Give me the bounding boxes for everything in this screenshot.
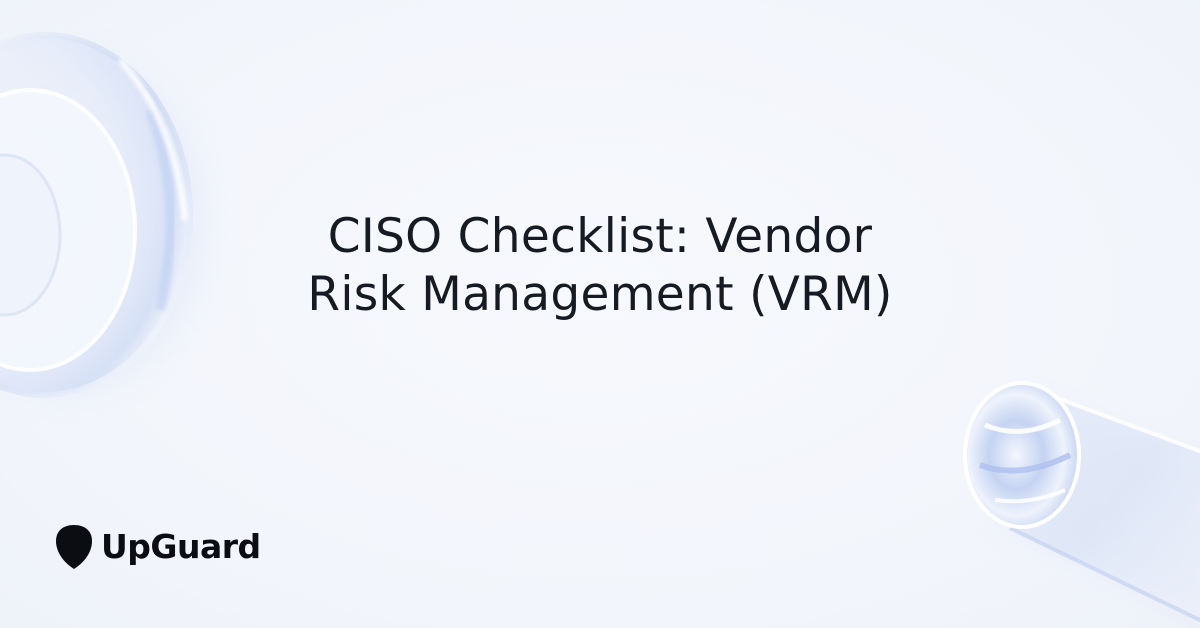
brand-name: UpGuard (101, 527, 261, 566)
glass-tube-right (963, 381, 1200, 623)
page-title: CISO Checklist: Vendor Risk Management (… (150, 208, 1050, 324)
brand-logo: UpGuard (54, 522, 261, 572)
upguard-shield-icon (56, 525, 92, 569)
page-title-line-1: CISO Checklist: Vendor (327, 209, 873, 264)
page-title-line-2: Risk Management (VRM) (307, 267, 893, 322)
hero-banner: CISO Checklist: Vendor Risk Management (… (0, 0, 1200, 628)
